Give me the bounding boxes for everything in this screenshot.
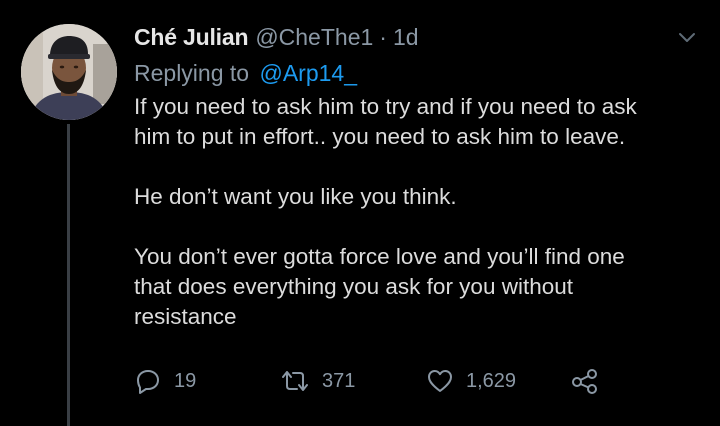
replying-to-label: Replying to [134, 60, 250, 86]
reply-icon [137, 370, 159, 394]
tweet-header: Ché Julian @CheThe1 · 1d [134, 20, 419, 54]
retweet-button[interactable]: 371 [280, 364, 355, 398]
like-count: 1,629 [466, 369, 517, 392]
reply-count: 19 [174, 369, 197, 392]
tweet-timestamp[interactable]: 1d [393, 20, 419, 54]
author-handle[interactable]: @CheThe1 [255, 20, 373, 54]
avatar-image [21, 24, 117, 120]
retweet-count: 371 [322, 369, 356, 392]
separator-dot: · [379, 24, 387, 50]
share-icon [572, 369, 597, 394]
tweet-card[interactable]: Ché Julian @CheThe1 · 1d Replying to @Ar… [0, 0, 720, 426]
retweet-icon [282, 371, 308, 391]
tweet-paragraph-3: You don’t ever gotta force love and you’… [134, 244, 625, 329]
tweet-text: If you need to ask him to try and if you… [134, 92, 704, 332]
replying-to: Replying to @Arp14_ [134, 56, 357, 90]
chevron-down-icon [679, 33, 695, 42]
avatar[interactable] [21, 24, 117, 120]
like-button[interactable]: 1,629 [426, 364, 516, 398]
replying-to-mention[interactable]: @Arp14_ [259, 60, 357, 86]
tweet-paragraph-2: He don’t want you like you think. [134, 184, 457, 209]
more-options-button[interactable] [676, 26, 698, 48]
share-button[interactable] [570, 364, 600, 398]
action-bar: 19 371 1,629 [134, 364, 634, 398]
thread-line [67, 124, 70, 426]
like-icon [428, 370, 452, 392]
author-name[interactable]: Ché Julian [134, 20, 249, 54]
tweet-paragraph-1: If you need to ask him to try and if you… [134, 94, 637, 149]
reply-button[interactable]: 19 [134, 364, 196, 398]
